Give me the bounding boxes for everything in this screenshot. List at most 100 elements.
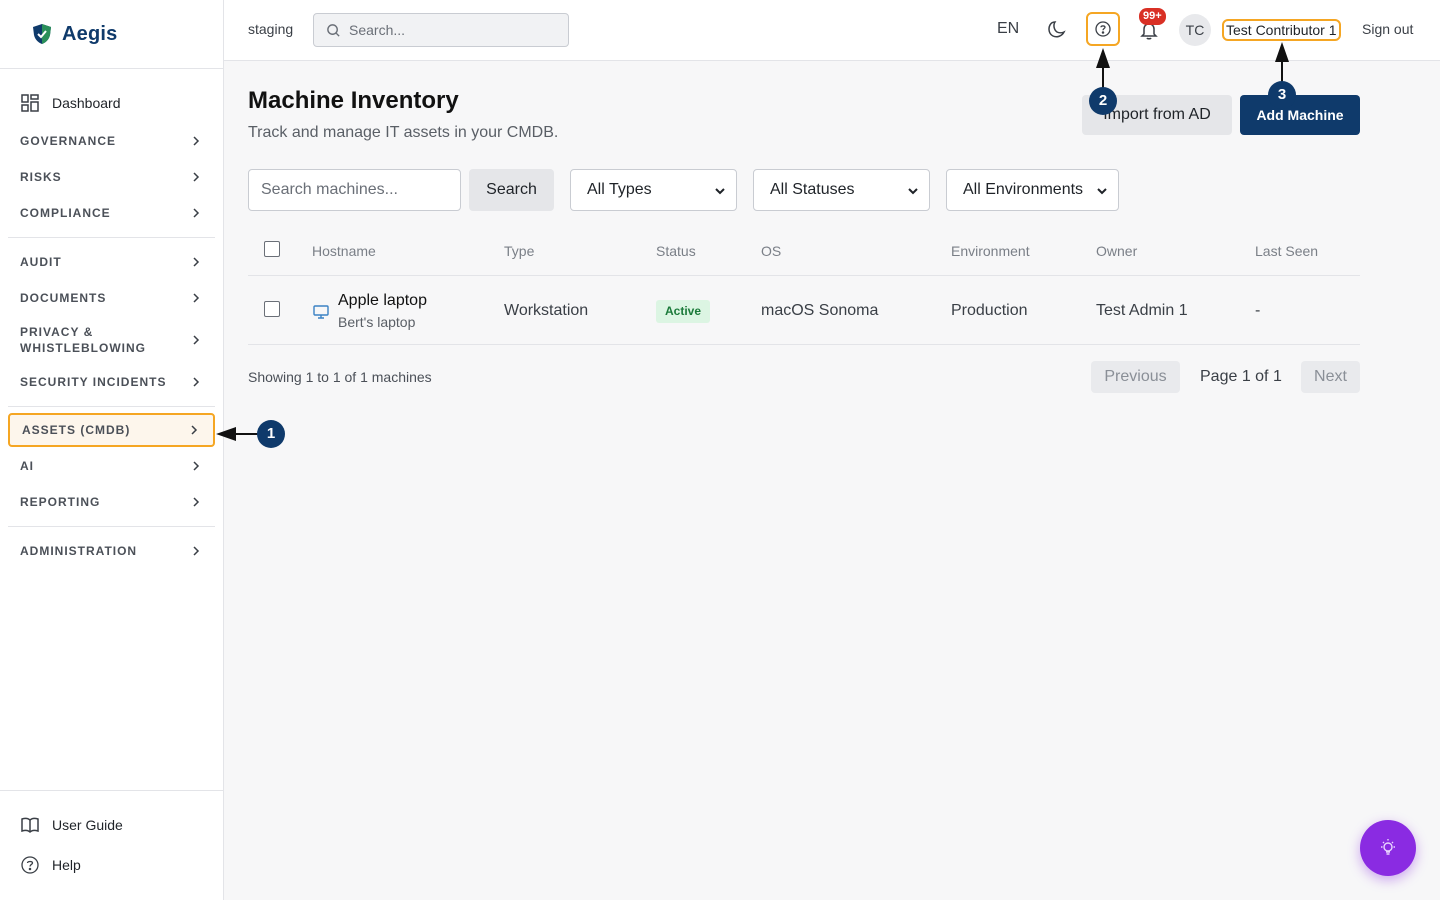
sidebar-item-label: ADMINISTRATION (20, 544, 138, 558)
help-link[interactable]: Help (0, 853, 223, 877)
sign-out-link[interactable]: Sign out (1362, 21, 1413, 37)
environment-select[interactable]: All Environments (946, 169, 1119, 211)
sidebar-bottom: User Guide Help (0, 790, 223, 900)
chevron-right-icon (193, 257, 200, 267)
sidebar-item-dashboard[interactable]: Dashboard (8, 87, 215, 119)
sidebar-item-administration[interactable]: ADMINISTRATION (8, 533, 215, 569)
sidebar-item-label: AUDIT (20, 255, 62, 269)
top-header: staging EN 99+ TC Test Contributor 1 Sig… (224, 0, 1440, 61)
help-circle-icon (21, 856, 39, 874)
chevron-right-icon (193, 136, 200, 146)
sidebar-item-label: AI (20, 459, 34, 473)
showing-count: Showing 1 to 1 of 1 machines (248, 369, 432, 385)
help-circle-icon (1095, 21, 1111, 37)
machine-search-input[interactable] (248, 169, 461, 211)
user-guide-link[interactable]: User Guide (0, 813, 223, 837)
status-badge: Active (656, 300, 711, 323)
search-button[interactable]: Search (469, 169, 554, 211)
cell-owner: Test Admin 1 (1096, 302, 1188, 319)
sidebar-nav: Dashboard GOVERNANCE RISKS COMPLIANCE AU… (0, 69, 223, 569)
cell-last-seen: - (1255, 302, 1261, 319)
cell-os: macOS Sonoma (761, 302, 879, 319)
sidebar-item-risks[interactable]: RISKS (8, 159, 215, 195)
chevron-down-icon (715, 188, 725, 195)
environment-select-value: All Environments (963, 181, 1084, 198)
column-hostname[interactable]: Hostname (312, 243, 376, 259)
previous-page-button[interactable]: Previous (1091, 361, 1180, 393)
chevron-right-icon (193, 497, 200, 507)
chevron-right-icon (193, 172, 200, 182)
page-title: Machine Inventory (248, 87, 459, 114)
add-machine-button[interactable]: Add Machine (1240, 95, 1360, 135)
global-search-input[interactable] (349, 22, 549, 38)
global-search[interactable] (313, 13, 569, 47)
brand-name: Aegis (62, 22, 118, 45)
annotation-marker-2: 2 (1089, 87, 1117, 115)
next-page-button[interactable]: Next (1301, 361, 1360, 393)
table-row[interactable]: Apple laptop Bert's laptop Workstation A… (248, 276, 1360, 345)
column-last-seen[interactable]: Last Seen (1255, 243, 1318, 259)
cell-environment: Production (951, 302, 1028, 319)
status-select[interactable]: All Statuses (753, 169, 930, 211)
monitor-icon (313, 305, 329, 319)
brand[interactable]: Aegis (0, 0, 223, 69)
sidebar-item-documents[interactable]: DOCUMENTS (8, 280, 215, 316)
sidebar-item-audit[interactable]: AUDIT (8, 244, 215, 280)
sidebar-item-security-incidents[interactable]: SECURITY INCIDENTS (8, 364, 215, 400)
chevron-right-icon (193, 546, 200, 556)
annotation-marker-3: 3 (1268, 81, 1296, 109)
search-icon (327, 23, 340, 37)
sidebar-item-label: GOVERNANCE (20, 134, 117, 148)
environment-label: staging (248, 21, 294, 37)
chevron-right-icon (193, 293, 200, 303)
sidebar-item-assets[interactable]: ASSETS (CMDB) (8, 413, 215, 447)
sidebar-item-compliance[interactable]: COMPLIANCE (8, 195, 215, 231)
sidebar-item-label: ASSETS (CMDB) (22, 423, 131, 437)
chevron-right-icon (193, 208, 200, 218)
lightbulb-icon (1381, 839, 1395, 855)
sidebar-item-label: SECURITY INCIDENTS (20, 375, 167, 389)
hostname-link[interactable]: Apple laptop (338, 292, 427, 310)
assistant-fab-button[interactable] (1360, 820, 1416, 876)
username[interactable]: Test Contributor 1 (1222, 19, 1341, 41)
pagination-bar: Showing 1 to 1 of 1 machines Previous Pa… (248, 361, 1360, 393)
shield-logo-icon (33, 24, 51, 44)
row-checkbox[interactable] (264, 301, 280, 317)
sidebar-item-label: COMPLIANCE (20, 206, 111, 220)
type-select-value: All Types (587, 181, 652, 198)
avatar[interactable]: TC (1179, 14, 1211, 46)
column-os[interactable]: OS (761, 243, 781, 259)
page-indicator: Page 1 of 1 (1200, 368, 1282, 385)
column-type[interactable]: Type (504, 243, 534, 259)
type-select[interactable]: All Types (570, 169, 737, 211)
chevron-right-icon (193, 377, 200, 387)
sidebar-item-label: PRIVACY & WHISTLEBLOWING (20, 325, 146, 355)
dashboard-grid-icon (21, 94, 39, 112)
select-all-checkbox[interactable] (264, 241, 280, 257)
sidebar: Aegis Dashboard GOVERNANCE RISKS COMPLIA… (0, 0, 224, 900)
book-icon (21, 817, 39, 834)
chevron-right-icon (193, 461, 200, 471)
sidebar-divider (8, 237, 215, 238)
help-button[interactable] (1086, 12, 1120, 46)
sidebar-item-ai[interactable]: AI (8, 448, 215, 484)
language-switch[interactable]: EN (997, 20, 1019, 38)
chevron-right-icon (191, 425, 198, 435)
sidebar-divider (8, 406, 215, 407)
sidebar-item-reporting[interactable]: REPORTING (8, 484, 215, 520)
help-label: Help (52, 857, 81, 873)
machines-table: Hostname Type Status OS Environment Owne… (248, 231, 1360, 345)
user-guide-label: User Guide (52, 817, 123, 833)
dark-mode-moon-icon[interactable] (1046, 19, 1068, 41)
sidebar-item-label: REPORTING (20, 495, 101, 509)
sidebar-item-governance[interactable]: GOVERNANCE (8, 123, 215, 159)
sidebar-item-label: DOCUMENTS (20, 291, 107, 305)
column-environment[interactable]: Environment (951, 243, 1030, 259)
sidebar-item-label: RISKS (20, 170, 62, 184)
status-select-value: All Statuses (770, 181, 855, 198)
sidebar-item-privacy[interactable]: PRIVACY & WHISTLEBLOWING (8, 316, 215, 364)
table-header: Hostname Type Status OS Environment Owne… (248, 231, 1360, 276)
column-owner[interactable]: Owner (1096, 243, 1137, 259)
column-status[interactable]: Status (656, 243, 696, 259)
notification-count-badge: 99+ (1139, 8, 1166, 25)
